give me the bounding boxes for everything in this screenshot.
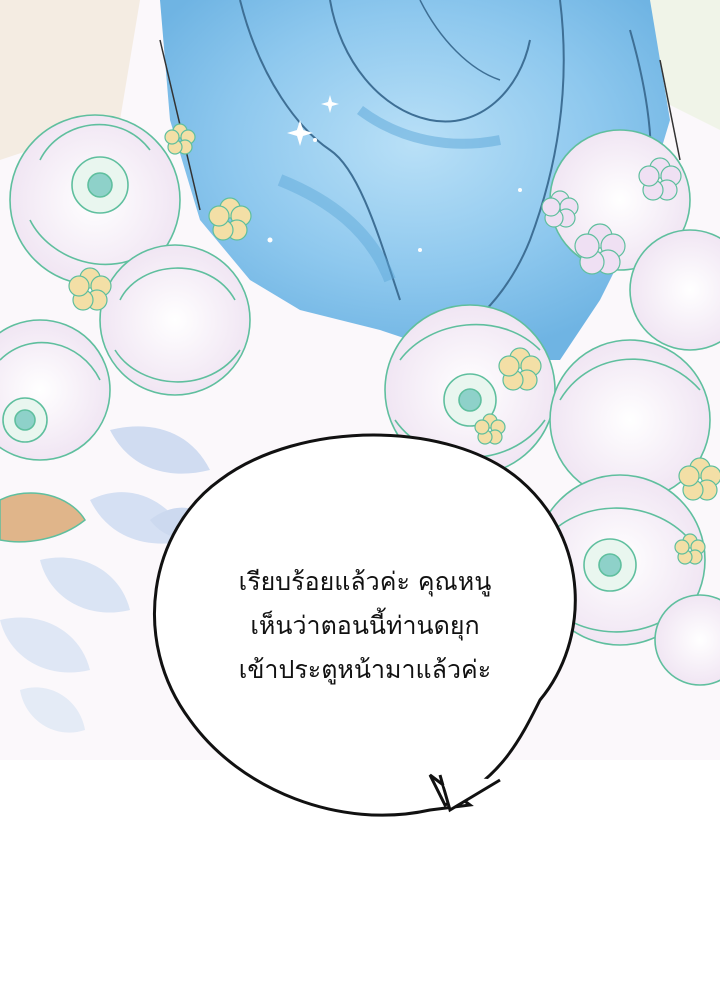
panel-artwork	[0, 0, 720, 817]
dialogue-line: เห็นว่าตอนนี้ท่านดยุก	[250, 611, 480, 640]
speech-bubble-text: เรียบร้อยแล้วค่ะ คุณหนู เห็นว่าตอนนี้ท่า…	[200, 560, 530, 692]
dialogue-line: เรียบร้อยแล้วค่ะ คุณหนู	[238, 567, 492, 596]
dialogue-line: เข้าประตูหน้ามาแล้วค่ะ	[238, 655, 492, 684]
comic-panel: เรียบร้อยแล้วค่ะ คุณหนู เห็นว่าตอนนี้ท่า…	[0, 0, 720, 1007]
